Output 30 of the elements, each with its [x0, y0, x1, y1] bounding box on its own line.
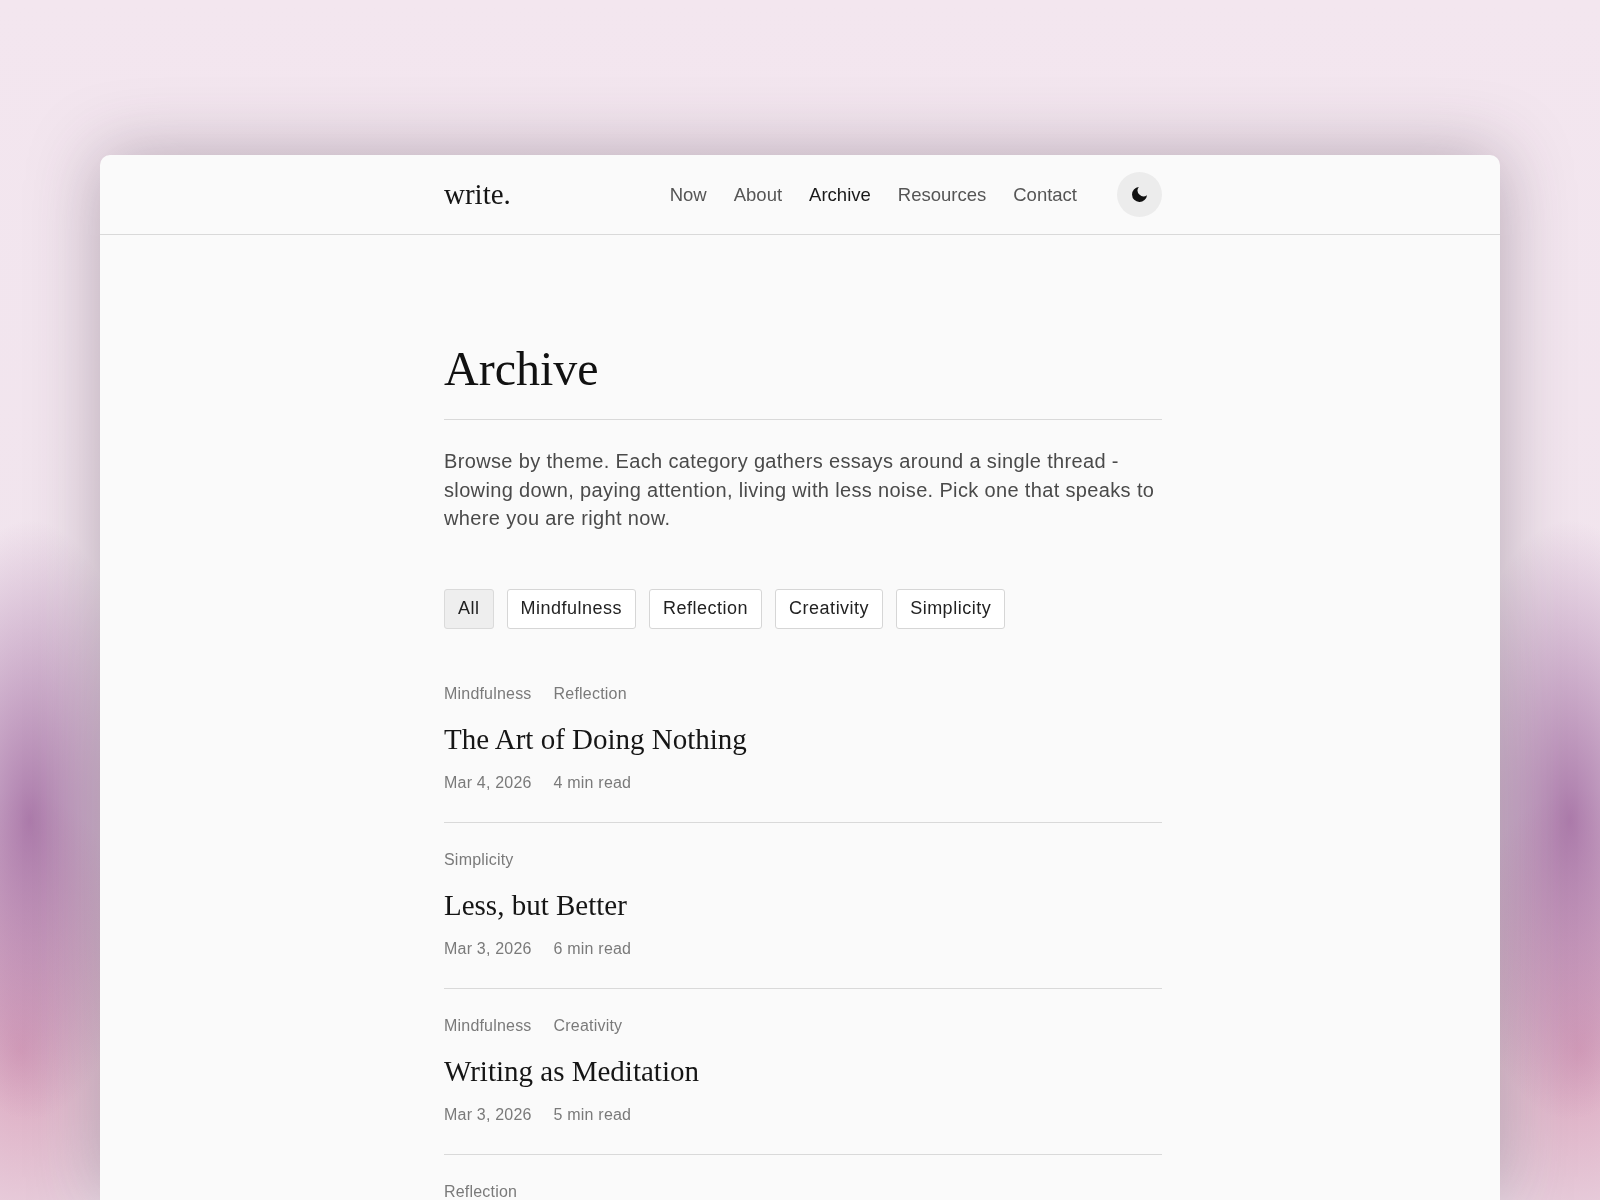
nav-link[interactable]: Now [669, 183, 707, 206]
nav-link[interactable]: About [733, 183, 783, 206]
moon-icon [1132, 187, 1147, 202]
page-title: Archive [444, 341, 600, 397]
nav-link[interactable]: Resources [897, 183, 987, 206]
post-title[interactable]: Writing as Meditation [444, 1051, 1162, 1090]
nav-link[interactable]: Contact [1013, 183, 1077, 206]
post-tag: Reflection [444, 1182, 518, 1200]
theme-toggle-button[interactable] [1117, 172, 1162, 217]
nav-link[interactable]: Archive [809, 183, 871, 206]
post-date: Mar 3, 2026 [444, 1104, 532, 1125]
read-time: 5 min read [553, 1104, 632, 1125]
post-tag: Creativity [553, 1016, 623, 1035]
site-logo[interactable]: write. [444, 178, 511, 211]
post-tag: Simplicity [444, 850, 514, 869]
post-tag: Mindfulness [444, 684, 532, 703]
read-time: 6 min read [553, 938, 632, 959]
post-title[interactable]: Less, but Better [444, 885, 1162, 924]
read-time: 4 min read [553, 772, 632, 793]
filter-button[interactable]: All [444, 588, 494, 629]
post-tag: Mindfulness [444, 1016, 532, 1035]
post-title[interactable]: The Art of Doing Nothing [444, 719, 1162, 758]
filter-button[interactable]: Reflection [649, 588, 763, 629]
filter-button[interactable]: Simplicity [896, 588, 1006, 629]
post-tag: Reflection [553, 684, 627, 703]
post-date: Mar 3, 2026 [444, 938, 532, 959]
post-date: Mar 4, 2026 [444, 772, 532, 793]
filter-button[interactable]: Creativity [775, 588, 884, 629]
intro-text: Browse by theme. Each category gathers essays around a single thread - slowing down, paying attention, living with less noise. Pick one that speaks to where you are right now. [444, 449, 1156, 531]
filter-button[interactable]: Mindfulness [506, 588, 637, 629]
